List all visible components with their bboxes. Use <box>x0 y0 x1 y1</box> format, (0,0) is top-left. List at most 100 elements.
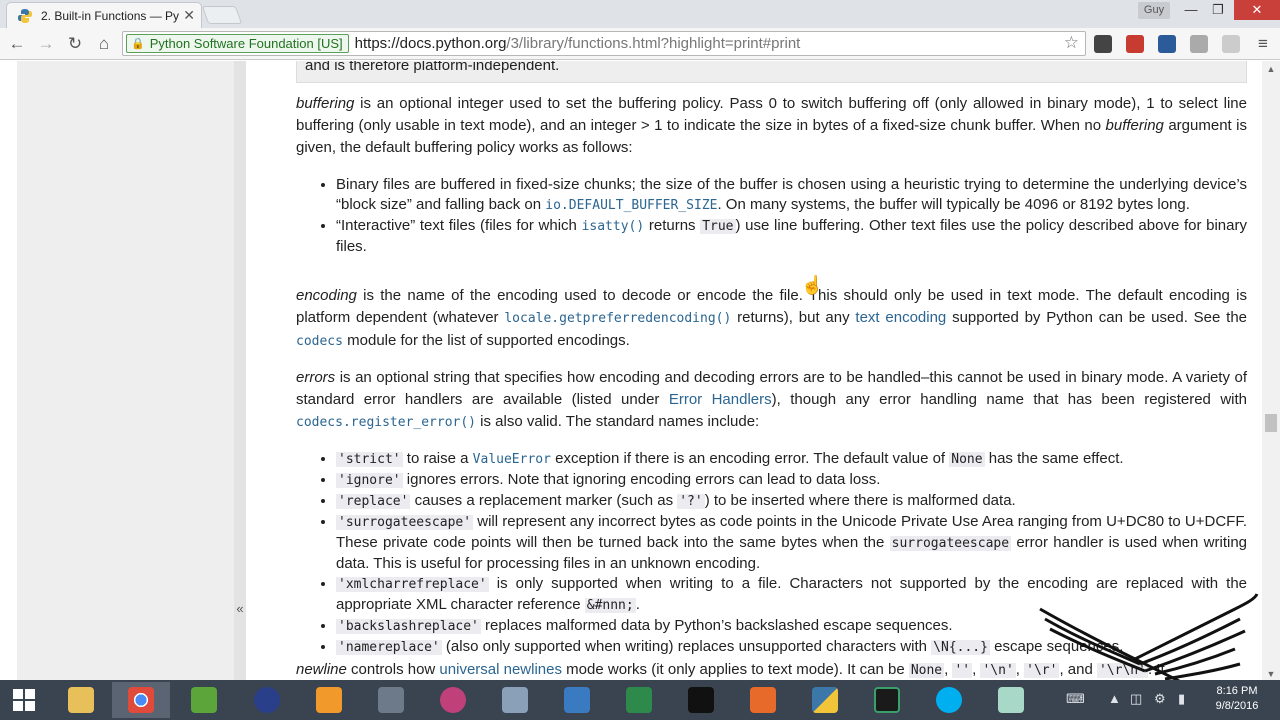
store-button[interactable] <box>734 682 792 718</box>
skype-button[interactable] <box>920 682 978 718</box>
handler-text: causes a replacement marker (such as <box>410 492 678 509</box>
error-handlers-link[interactable]: Error Handlers <box>669 391 772 408</box>
tab-strip: 2. Built-in Functions — Py ✕ Guy — ❐ ✕ <box>0 0 1280 28</box>
reload-icon[interactable]: ↻ <box>64 33 86 55</box>
url-path: /3/library/functions.html?highlight=prin… <box>506 35 801 52</box>
notes-icon <box>998 687 1024 713</box>
errors-text-3: is also valid. The standard names includ… <box>476 413 760 430</box>
skype-icon <box>936 687 962 713</box>
handler-code: 'xmlcharrefreplace' <box>336 577 489 592</box>
tray-expand-icon[interactable]: ▲ <box>1108 691 1121 706</box>
top-fragment: and is therefore platform-independent. <box>305 61 560 74</box>
sublime-icon <box>316 687 342 713</box>
terminal-button[interactable] <box>858 682 916 718</box>
clock-date: 9/8/2016 <box>1215 700 1259 712</box>
none-literal: None <box>949 452 985 467</box>
sidebar-collapse-bar[interactable]: « <box>234 61 246 681</box>
buffering-term-2: buffering <box>1105 117 1164 134</box>
window-close-icon[interactable]: ✕ <box>1234 0 1280 20</box>
minimize-icon[interactable]: — <box>1176 0 1206 20</box>
system-clock[interactable]: 8:16 PM 9/8/2016 <box>1206 684 1268 714</box>
lock-app-icon <box>254 687 280 713</box>
encoding-text-4: module for the list of supported encodin… <box>342 332 630 349</box>
notes-button[interactable] <box>982 682 1040 718</box>
list-item: 'replace' causes a replacement marker (s… <box>336 491 1247 512</box>
ev-certificate-badge[interactable]: 🔒 Python Software Foundation [US] <box>126 34 349 53</box>
scrollbar-thumb[interactable] <box>1265 414 1277 432</box>
scissors-icon <box>502 687 528 713</box>
clock-time: 8:16 PM <box>1216 685 1258 697</box>
back-icon[interactable]: ← <box>6 33 28 55</box>
true-literal: True <box>700 219 736 234</box>
profile-name[interactable]: Guy <box>1138 2 1170 19</box>
list-item: 'ignore' ignores errors. Note that ignor… <box>336 470 1247 491</box>
terminal-icon <box>874 687 900 713</box>
handler-text: has the same effect. <box>984 450 1124 467</box>
address-bar[interactable]: 🔒 Python Software Foundation [US] https:… <box>122 31 1086 56</box>
list-item: “Interactive” text files (files for whic… <box>336 216 1247 257</box>
network-tray-icon[interactable]: ◫ <box>1130 691 1142 707</box>
tools-extension-icon[interactable] <box>1158 35 1176 53</box>
network-app-button[interactable] <box>548 682 606 718</box>
menu-icon[interactable]: ≡ <box>1252 33 1274 55</box>
default-buffer-size-link[interactable]: io.DEFAULT_BUFFER_SIZE <box>545 198 717 213</box>
errors-text-2: ), though any error handling name that h… <box>771 391 1247 408</box>
start-button[interactable] <box>0 682 48 718</box>
list-item: 'surrogateescape' will represent any inc… <box>336 512 1247 574</box>
tab-builtin-functions[interactable]: 2. Built-in Functions — Py ✕ <box>6 2 202 28</box>
snipping-button[interactable] <box>486 682 544 718</box>
text-encoding-link[interactable]: text encoding <box>855 309 946 326</box>
scroll-down-icon[interactable]: ▼ <box>1262 669 1280 679</box>
file-explorer-button[interactable] <box>52 682 110 718</box>
doc-sidebar <box>17 61 234 681</box>
windows-logo-icon <box>13 689 35 711</box>
pdf-extension-icon[interactable] <box>1126 35 1144 53</box>
settings-tray-icon[interactable]: ⚙ <box>1154 691 1166 707</box>
new-tab-button[interactable] <box>201 6 243 24</box>
encoding-text-3: supported by Python can be used. See the <box>946 309 1248 326</box>
handler-code: 'strict' <box>336 452 403 467</box>
python-button[interactable] <box>796 682 854 718</box>
kindle-button[interactable] <box>672 682 730 718</box>
keyboard-icon[interactable]: ⌨ <box>1066 691 1085 707</box>
web-page: « and is therefore platform-independent.… <box>0 61 1280 681</box>
bullet-text: . On many systems, the buffer will typic… <box>717 196 1190 213</box>
maximize-icon[interactable]: ❐ <box>1203 0 1233 20</box>
home-icon[interactable]: ⌂ <box>93 33 115 55</box>
remote-desktop-button[interactable] <box>610 682 668 718</box>
extension-icon[interactable] <box>1190 35 1208 53</box>
bullet-text: “Interactive” text files (files for whic… <box>336 217 582 234</box>
tab-title: 2. Built-in Functions — Py <box>41 8 180 23</box>
tab-close-icon[interactable]: ✕ <box>183 7 195 24</box>
evernote-icon <box>191 687 217 713</box>
extension-icon-2[interactable] <box>1222 35 1240 53</box>
battery-icon[interactable]: ▮ <box>1178 691 1185 707</box>
handler-code: 'replace' <box>336 494 411 509</box>
bookmark-star-icon[interactable]: ☆ <box>1064 33 1079 53</box>
url-host: https://docs.python.org <box>354 35 507 52</box>
isatty-link[interactable]: isatty() <box>582 219 645 234</box>
evernote-button[interactable] <box>175 682 233 718</box>
url-text[interactable]: https://docs.python.org/3/library/functi… <box>355 35 801 52</box>
getpreferredencoding-link[interactable]: locale.getpreferredencoding() <box>504 311 731 326</box>
remote-icon <box>626 687 652 713</box>
chrome-button[interactable] <box>112 682 170 718</box>
codecs-link[interactable]: codecs <box>296 334 343 349</box>
valueerror-link[interactable]: ValueError <box>473 452 551 467</box>
vertical-scrollbar[interactable]: ▲ ▼ <box>1262 61 1280 681</box>
chrome-icon <box>128 687 154 713</box>
sublime-button[interactable] <box>300 682 358 718</box>
extension-puzzle-icon[interactable] <box>1094 35 1112 53</box>
vmware-button[interactable] <box>362 682 420 718</box>
keepass-button[interactable] <box>238 682 296 718</box>
register-error-link[interactable]: codecs.register_error() <box>296 415 476 430</box>
handler-code: 'namereplace' <box>336 640 442 655</box>
handler-code: '?' <box>677 494 705 509</box>
atom-button[interactable] <box>424 682 482 718</box>
universal-newlines-link[interactable]: universal newlines <box>439 661 562 678</box>
handler-code: 'ignore' <box>336 473 403 488</box>
collapse-chevron-icon[interactable]: « <box>234 601 246 616</box>
forward-icon[interactable]: → <box>35 33 57 55</box>
encoding-text-2: returns), but any <box>731 309 856 326</box>
scroll-up-icon[interactable]: ▲ <box>1262 64 1280 74</box>
